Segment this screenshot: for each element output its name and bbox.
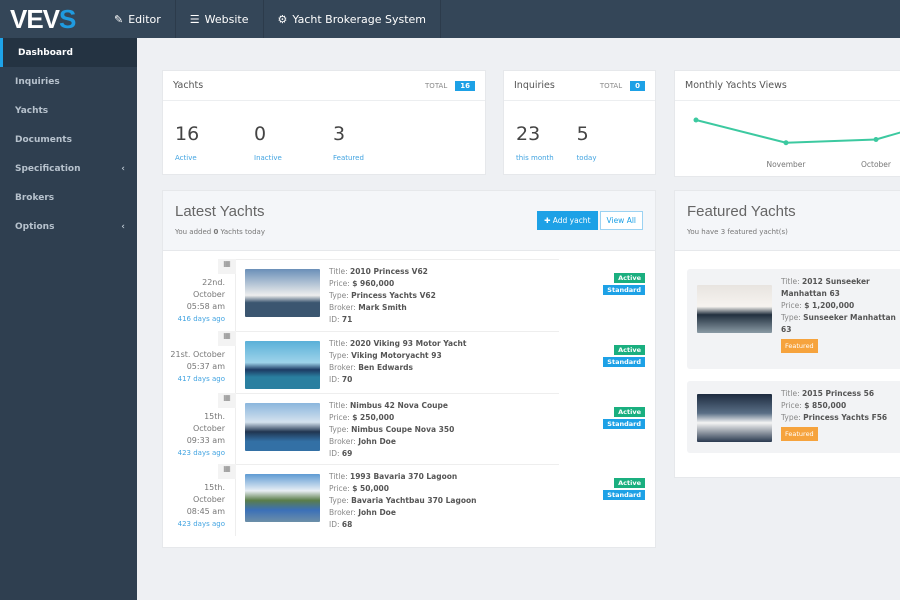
status-badge: Active (614, 478, 645, 488)
stat-inactive[interactable]: 0 Inactive (254, 123, 333, 164)
status-badge: Active (614, 273, 645, 283)
stat-today[interactable]: 5 today (577, 123, 643, 164)
featured-item[interactable]: Title: 2015 Princess 56 Price: $ 850,000 T… (687, 381, 900, 453)
list-icon: ☰ (189, 12, 200, 26)
pencil-icon: ✎ (114, 12, 124, 26)
yacht-thumbnail[interactable] (245, 341, 320, 389)
total-label: TOTAL (425, 81, 448, 90)
chevron-left-icon: ‹ (121, 221, 125, 232)
chevron-left-icon: ‹ (121, 163, 125, 174)
yacht-thumbnail[interactable] (245, 269, 320, 317)
nav-website[interactable]: ☰ Website (176, 0, 264, 38)
yacht-row[interactable]: ▦ 22nd. October 05:58 am 416 days ago Title… (163, 259, 655, 331)
data-point[interactable] (693, 117, 699, 123)
sidebar-item-yachts[interactable]: Yachts (0, 96, 137, 125)
top-bar: VEVS ✎ Editor ☰ Website ⚙ Yacht Brokerage S… (0, 0, 900, 38)
data-point[interactable] (783, 140, 789, 146)
x-tick-label: October (861, 160, 892, 169)
yacht-thumbnail[interactable] (245, 403, 320, 451)
panel-subtitle: You have 3 featured yacht(s) (687, 228, 788, 236)
nav-editor[interactable]: ✎ Editor (100, 0, 176, 38)
yacht-info: Title: 2010 Princess V62 Price: $ 960,00… (329, 267, 436, 324)
sidebar-item-options[interactable]: Options ‹ (0, 212, 137, 241)
stat-active[interactable]: 16 Active (175, 123, 254, 164)
yacht-date: 22nd. October 05:58 am 416 days ago (177, 278, 225, 323)
yacht-info: Title: 2020 Viking 93 Motor Yacht Type: … (329, 339, 467, 384)
calendar-icon: ▦ (218, 259, 236, 274)
plan-badge: Standard (603, 357, 645, 367)
yacht-row[interactable]: ▦ 15th. October 08:45 am 423 days ago Title… (163, 464, 655, 536)
featured-item[interactable]: Title: 2012 Sunseeker Manhattan 63 Price:… (687, 269, 900, 369)
add-yacht-button[interactable]: ✚ Add yacht (537, 211, 598, 230)
status-badge: Active (614, 407, 645, 417)
featured-badge: Featured (781, 339, 818, 353)
card-title: Yachts (173, 80, 204, 91)
calendar-icon: ▦ (218, 464, 236, 479)
data-point[interactable] (873, 137, 879, 142)
sidebar-item-documents[interactable]: Documents (0, 125, 137, 154)
views-chart: November October (693, 117, 900, 169)
status-badge: Active (614, 345, 645, 355)
total-badge: 16 (455, 80, 475, 91)
calendar-icon: ▦ (218, 393, 236, 408)
sidebar-item-dashboard[interactable]: Dashboard (0, 38, 137, 67)
stat-this-month[interactable]: 23 this month (516, 123, 577, 164)
calendar-icon: ▦ (218, 331, 236, 346)
series-line (695, 119, 900, 144)
plan-badge: Standard (603, 419, 645, 429)
yacht-thumbnail[interactable] (697, 394, 772, 442)
card-title: Monthly Yachts Views (685, 80, 787, 91)
logo[interactable]: VEVS (0, 4, 100, 35)
yacht-row[interactable]: ▦ 21st. October 05:37 am 417 days ago Titl… (163, 331, 655, 393)
yacht-date: 15th. October 08:45 am 423 days ago (177, 483, 225, 528)
x-tick-label: November (766, 160, 806, 169)
sidebar-item-brokers[interactable]: Brokers (0, 183, 137, 212)
yacht-info: Title: 2012 Sunseeker Manhattan 63 Price:… (781, 276, 900, 353)
yacht-thumbnail[interactable] (697, 285, 772, 333)
latest-yachts-panel: Latest Yachts You added 0 Yachts today ✚… (162, 190, 656, 548)
sidebar-item-inquiries[interactable]: Inquiries (0, 67, 137, 96)
nav-yacht-brokerage[interactable]: ⚙ Yacht Brokerage System (264, 0, 441, 38)
stat-featured[interactable]: 3 Featured (333, 123, 412, 164)
plan-badge: Standard (603, 285, 645, 295)
card-title: Inquiries (514, 80, 555, 91)
sidebar-item-specification[interactable]: Specification ‹ (0, 154, 137, 183)
yacht-row[interactable]: ▦ 15th. October 09:33 am 423 days ago Title… (163, 393, 655, 464)
plan-badge: Standard (603, 490, 645, 500)
yachts-card: Yachts TOTAL 16 16 Active 0 Inactive 3 Featur… (162, 70, 486, 175)
featured-yachts-panel: Featured Yachts You have 3 featured yach… (674, 190, 900, 478)
yacht-date: 21st. October 05:37 am 417 days ago (170, 350, 225, 383)
featured-badge: Featured (781, 427, 818, 441)
total-label: TOTAL (599, 81, 623, 90)
panel-title: Featured Yachts (687, 203, 796, 220)
sidebar: Dashboard Inquiries Yachts Documents Spe… (0, 38, 137, 600)
total-badge: 0 (630, 80, 645, 91)
views-card: Monthly Yachts Views November October (674, 70, 900, 177)
gear-icon: ⚙ (277, 12, 288, 26)
yacht-info: Title: 2015 Princess 56 Price: $ 850,000 T… (781, 388, 887, 441)
view-all-button[interactable]: View All (599, 211, 643, 230)
yacht-info: Title: Nimbus 42 Nova Coupe Price: $ 250… (329, 401, 455, 458)
yacht-info: Title: 1993 Bavaria 370 Lagoon Price: $ … (329, 472, 477, 529)
yacht-thumbnail[interactable] (245, 474, 320, 522)
inquiries-card: Inquiries TOTAL 0 23 this month 5 today (503, 70, 656, 175)
yacht-date: 15th. October 09:33 am 423 days ago (177, 412, 225, 457)
